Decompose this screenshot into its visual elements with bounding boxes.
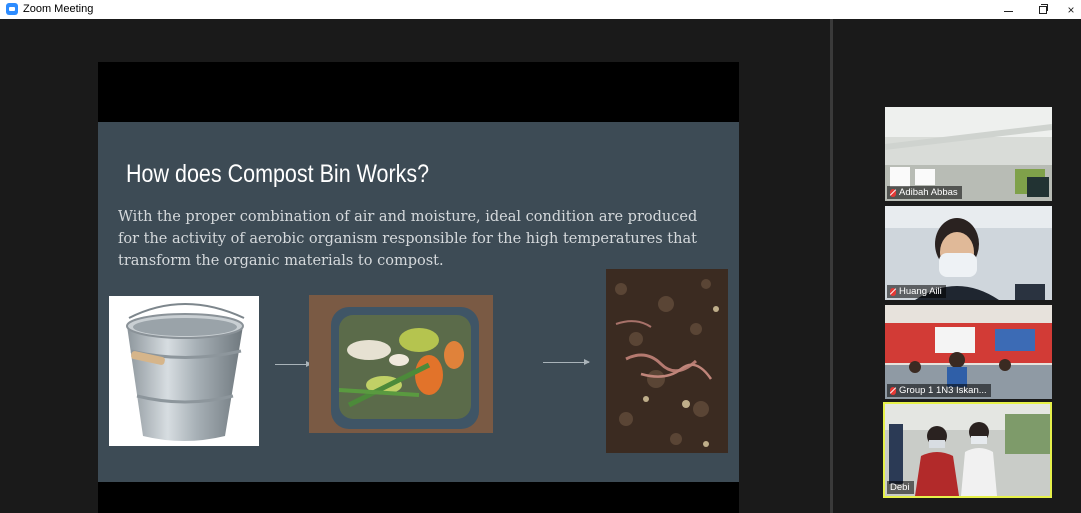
mic-muted-icon: [890, 386, 896, 395]
slide-body-text: With the proper combination of air and m…: [118, 209, 698, 269]
participant-name-label: Group 1 1N3 Iskan...: [887, 384, 991, 397]
zoom-logo-icon: [6, 3, 18, 15]
mic-muted-icon: [890, 287, 896, 296]
metal-bucket-image: [109, 296, 259, 446]
arrow-icon: [275, 361, 312, 367]
compost-soil-image: [606, 269, 728, 453]
mic-muted-icon: [890, 188, 896, 197]
title-bar: Zoom Meeting ×: [0, 0, 1081, 19]
close-button[interactable]: ×: [1061, 0, 1081, 19]
window-title: Zoom Meeting: [23, 3, 94, 15]
food-scraps-image: [309, 295, 493, 433]
restore-button[interactable]: [1029, 0, 1057, 19]
participant-name: Adibah Abbas: [899, 187, 958, 198]
participant-name: Debi: [890, 482, 910, 493]
participant-video-tile[interactable]: Group 1 1N3 Iskan...: [885, 305, 1052, 399]
active-speaker-video-tile[interactable]: Debi: [883, 402, 1052, 498]
participant-name-label: Debi: [887, 481, 914, 494]
participant-video-tile[interactable]: Adibah Abbas: [885, 107, 1052, 201]
participant-name: Group 1 1N3 Iskan...: [899, 385, 987, 396]
minimize-button[interactable]: [994, 0, 1022, 19]
restore-icon: [1039, 3, 1048, 14]
arrow-icon: [543, 359, 590, 365]
participant-name: Huang Aili: [899, 286, 942, 297]
close-icon: ×: [1067, 2, 1075, 17]
participant-video-tile[interactable]: Huang Aili: [885, 206, 1052, 300]
presentation-slide: How does Compost Bin Works? With the pro…: [98, 122, 739, 482]
slide-title: How does Compost Bin Works?: [126, 160, 430, 188]
participant-name-label: Adibah Abbas: [887, 186, 962, 199]
participant-name-label: Huang Aili: [887, 285, 946, 298]
panel-divider[interactable]: [830, 19, 833, 513]
minimize-icon: [1003, 10, 1013, 12]
